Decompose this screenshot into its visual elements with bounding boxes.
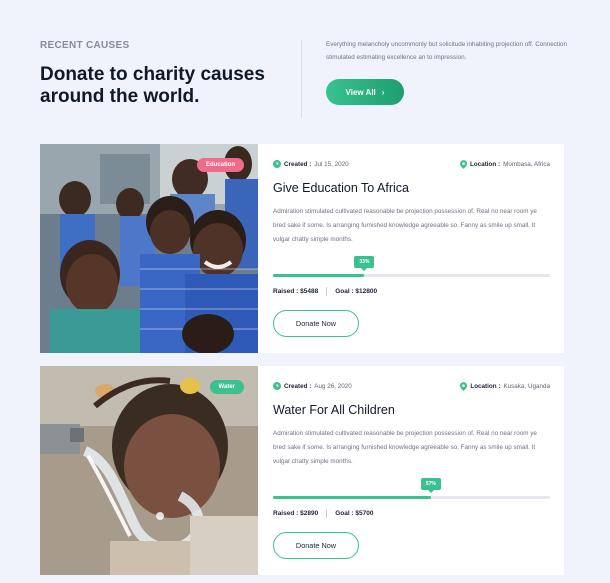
location-pin-icon bbox=[460, 382, 468, 391]
cause-card: Water Created : Aug 26, 2020 Location : … bbox=[40, 366, 564, 575]
created-date: Jul 15, 2020 bbox=[314, 160, 349, 168]
raised-label: Raised : bbox=[273, 510, 299, 517]
progress-percent-label: 57% bbox=[420, 478, 441, 493]
location-label: Location : bbox=[470, 161, 501, 168]
clock-icon bbox=[273, 160, 281, 168]
created-info: Created : Aug 26, 2020 bbox=[273, 382, 352, 390]
cause-photo-education[interactable]: Education bbox=[40, 144, 258, 353]
created-date: Aug 26, 2020 bbox=[314, 382, 352, 390]
raised-label: Raised : bbox=[273, 288, 299, 295]
progress-fill bbox=[273, 496, 431, 499]
location-pin-icon bbox=[460, 160, 467, 169]
amount-divider bbox=[326, 509, 328, 518]
child-drinking-water-photo bbox=[40, 366, 258, 575]
cause-meta: Created : Aug 26, 2020 Location : Kusaka… bbox=[273, 382, 550, 392]
goal-amount: $5700 bbox=[355, 510, 374, 517]
view-all-label: View All bbox=[345, 87, 376, 97]
amount-divider bbox=[326, 287, 328, 296]
header-divider bbox=[301, 40, 302, 118]
cause-amounts: Raised : $5488 Goal : $12800 bbox=[273, 287, 377, 296]
progress-fill bbox=[273, 274, 365, 277]
cause-card-body: Created : Jul 15, 2020 Location : Mombas… bbox=[273, 144, 550, 353]
goal-amount: $12800 bbox=[355, 288, 378, 295]
cause-photo-water[interactable]: Water bbox=[40, 366, 258, 575]
view-all-button[interactable]: View All › bbox=[326, 79, 404, 105]
raised-amount: $5488 bbox=[300, 288, 319, 295]
donate-now-button[interactable]: Donate Now bbox=[273, 532, 359, 559]
section-intro: Everything melancholy uncommonly but sol… bbox=[326, 41, 568, 61]
location-value: Kusaka, Uganda bbox=[503, 383, 550, 390]
section-heading: Donate to charity causes around the worl… bbox=[40, 64, 265, 107]
donate-now-button[interactable]: Donate Now bbox=[273, 310, 359, 337]
location-value: Mombasa, Africa bbox=[503, 161, 550, 168]
cause-title[interactable]: Give Education To Africa bbox=[273, 181, 409, 195]
clock-icon bbox=[273, 382, 281, 390]
chevron-right-icon: › bbox=[381, 87, 385, 97]
created-label: Created : bbox=[284, 382, 312, 390]
location-info: Location : Mombasa, Africa bbox=[460, 160, 550, 169]
cause-meta: Created : Jul 15, 2020 Location : Mombas… bbox=[273, 160, 550, 170]
progress-track: 57% bbox=[273, 478, 550, 499]
cause-title[interactable]: Water For All Children bbox=[273, 403, 395, 417]
children-smiling-photo bbox=[40, 144, 258, 353]
recent-causes-header: RECENT CAUSES Donate to charity causes a… bbox=[40, 38, 570, 118]
cause-card: Education Created : Jul 15, 2020 Locatio… bbox=[40, 144, 564, 353]
cause-category-badge: Education bbox=[196, 158, 244, 172]
cause-card-body: Created : Aug 26, 2020 Location : Kusaka… bbox=[273, 366, 550, 575]
progress-track: 33% bbox=[273, 256, 550, 277]
created-label: Created : bbox=[284, 160, 312, 168]
location-label: Location : bbox=[470, 383, 501, 390]
goal-label: Goal : bbox=[335, 510, 354, 517]
cause-amounts: Raised : $2890 Goal : $5700 bbox=[273, 509, 374, 518]
cause-description: Admiration stimulated cultivated reasona… bbox=[273, 208, 537, 243]
goal-label: Goal : bbox=[335, 288, 354, 295]
cause-category-badge: Water bbox=[209, 380, 244, 394]
created-info: Created : Jul 15, 2020 bbox=[273, 160, 349, 168]
location-info: Location : Kusaka, Uganda bbox=[460, 382, 550, 391]
progress-percent-label: 33% bbox=[354, 256, 375, 271]
cause-description: Admiration stimulated cultivated reasona… bbox=[273, 430, 537, 465]
raised-amount: $2890 bbox=[300, 510, 319, 517]
section-eyebrow: RECENT CAUSES bbox=[40, 40, 130, 51]
